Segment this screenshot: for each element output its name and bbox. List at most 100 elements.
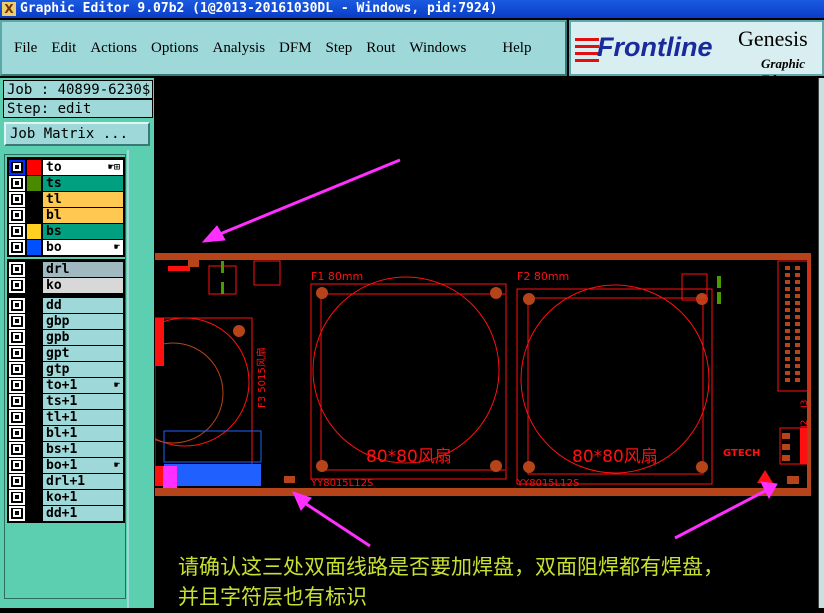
layer-row-ts+1[interactable]: ts+1 [9,393,123,409]
j3-pin [795,357,800,361]
layer-row-bo+1[interactable]: bo+1 ☛ [9,457,123,473]
layer-checkbox[interactable] [9,425,25,441]
layer-name[interactable]: bo+1 ☛ [43,457,123,473]
hand-pointer-icon: ☛⊞ [107,161,120,173]
layer-label: to+1 [46,377,78,393]
menu-dfm[interactable]: DFM [279,40,312,57]
layer-name[interactable]: tl [43,191,123,207]
layer-row-gbp[interactable]: gbp [9,313,123,329]
layer-name[interactable]: ts [43,175,123,191]
layer-name[interactable]: to ☛⊞ [43,159,123,175]
layer-name[interactable]: tl+1 [43,409,123,425]
layer-checkbox[interactable] [9,191,25,207]
layer-name[interactable]: to+1 ☛ [43,377,123,393]
layer-checkbox[interactable] [9,223,25,239]
job-matrix-button[interactable]: Job Matrix ... [4,122,150,146]
menu-actions[interactable]: Actions [90,40,137,57]
layer-checkbox[interactable] [9,159,25,175]
layer-row-drl[interactable]: drl [9,261,123,277]
menu-options[interactable]: Options [151,40,199,57]
layer-checkbox[interactable] [9,489,25,505]
layer-row-ko+1[interactable]: ko+1 [9,489,123,505]
layer-name[interactable]: gbp [43,313,123,329]
layer-row-bo[interactable]: bo ☛ [9,239,123,255]
layer-row-gpt[interactable]: gpt [9,345,123,361]
layer-color-swatch [27,175,41,191]
menu-help[interactable]: Help [502,40,531,57]
layer-row-tl+1[interactable]: tl+1 [9,409,123,425]
layer-label: dd [46,297,62,313]
layer-row-gpb[interactable]: gpb [9,329,123,345]
annotation-line-1: 请确认这三处双面线路是否要加焊盘，双面阻焊都有焊盘， [178,555,724,579]
layer-checkbox[interactable] [9,361,25,377]
layer-row-to[interactable]: to ☛⊞ [9,159,123,175]
layer-row-to+1[interactable]: to+1 ☛ [9,377,123,393]
layer-name[interactable]: ko+1 [43,489,123,505]
fan2-label: 80*80风扇 [572,447,658,467]
layer-row-gtp[interactable]: gtp [9,361,123,377]
layer-checkbox[interactable] [9,297,25,313]
layer-name[interactable]: bs [43,223,123,239]
layer-name[interactable]: dd [43,297,123,313]
layer-checkbox[interactable] [9,473,25,489]
menu-analysis[interactable]: Analysis [213,40,266,57]
layer-checkbox[interactable] [9,313,25,329]
layer-checkbox[interactable] [9,207,25,223]
menu-step[interactable]: Step [326,40,353,57]
layer-checkbox[interactable] [9,409,25,425]
layer-checkbox[interactable] [9,505,25,521]
layer-checkbox[interactable] [9,239,25,255]
layer-label: to [46,159,62,175]
menu-windows[interactable]: Windows [409,40,466,57]
j3-pin [795,350,800,354]
layer-row-bs+1[interactable]: bs+1 [9,441,123,457]
frontline-logo: Frontline Genesis Graphic Ed [569,20,824,87]
graphics-canvas[interactable]: F1 80mm F2 80mm 80*80风扇 80*80风扇 YY8015L1… [120,78,818,609]
j3-pin [785,378,790,382]
layer-checkbox[interactable] [9,261,25,277]
layer-row-ts[interactable]: ts [9,175,123,191]
layer-name[interactable]: gtp [43,361,123,377]
j3-pin [785,371,790,375]
layer-checkbox[interactable] [9,377,25,393]
layer-row-tl[interactable]: tl [9,191,123,207]
menu-rout[interactable]: Rout [366,40,395,57]
layer-label: drl+1 [46,473,86,489]
layer-checkbox[interactable] [9,441,25,457]
layer-name[interactable]: bo ☛ [43,239,123,255]
menu-file[interactable]: File [14,40,37,57]
layer-checkbox[interactable] [9,345,25,361]
layer-name[interactable]: drl+1 [43,473,123,489]
layer-row-dd+1[interactable]: dd+1 [9,505,123,521]
window-title: Graphic Editor 9.07b2 (1@2013-20161030DL… [20,1,498,16]
layer-name[interactable]: bl+1 [43,425,123,441]
layer-row-bs[interactable]: bs [9,223,123,239]
layer-name[interactable]: ts+1 [43,393,123,409]
j3-pin [795,315,800,319]
layer-name[interactable]: dd+1 [43,505,123,521]
layer-checkbox[interactable] [9,457,25,473]
layer-checkbox[interactable] [9,329,25,345]
layer-label: dd+1 [46,505,78,521]
layer-name[interactable]: gpb [43,329,123,345]
layer-color-swatch [27,261,41,277]
layer-label: bo+1 [46,457,78,473]
layer-row-bl[interactable]: bl [9,207,123,223]
layer-row-ko[interactable]: ko [9,277,123,293]
f2-label: F2 80mm [517,270,569,283]
layer-row-dd[interactable]: dd [9,297,123,313]
layer-label: bs [46,223,62,239]
layer-name[interactable]: bl [43,207,123,223]
j3-pin [785,287,790,291]
layer-row-drl+1[interactable]: drl+1 [9,473,123,489]
layer-name[interactable]: ko [43,277,123,293]
layer-checkbox[interactable] [9,393,25,409]
layer-name[interactable]: bs+1 [43,441,123,457]
layer-checkbox[interactable] [9,175,25,191]
layer-checkbox[interactable] [9,277,25,293]
menu-edit[interactable]: Edit [51,40,76,57]
x-app-icon[interactable]: X [2,2,16,16]
layer-row-bl+1[interactable]: bl+1 [9,425,123,441]
layer-name[interactable]: drl [43,261,123,277]
layer-name[interactable]: gpt [43,345,123,361]
